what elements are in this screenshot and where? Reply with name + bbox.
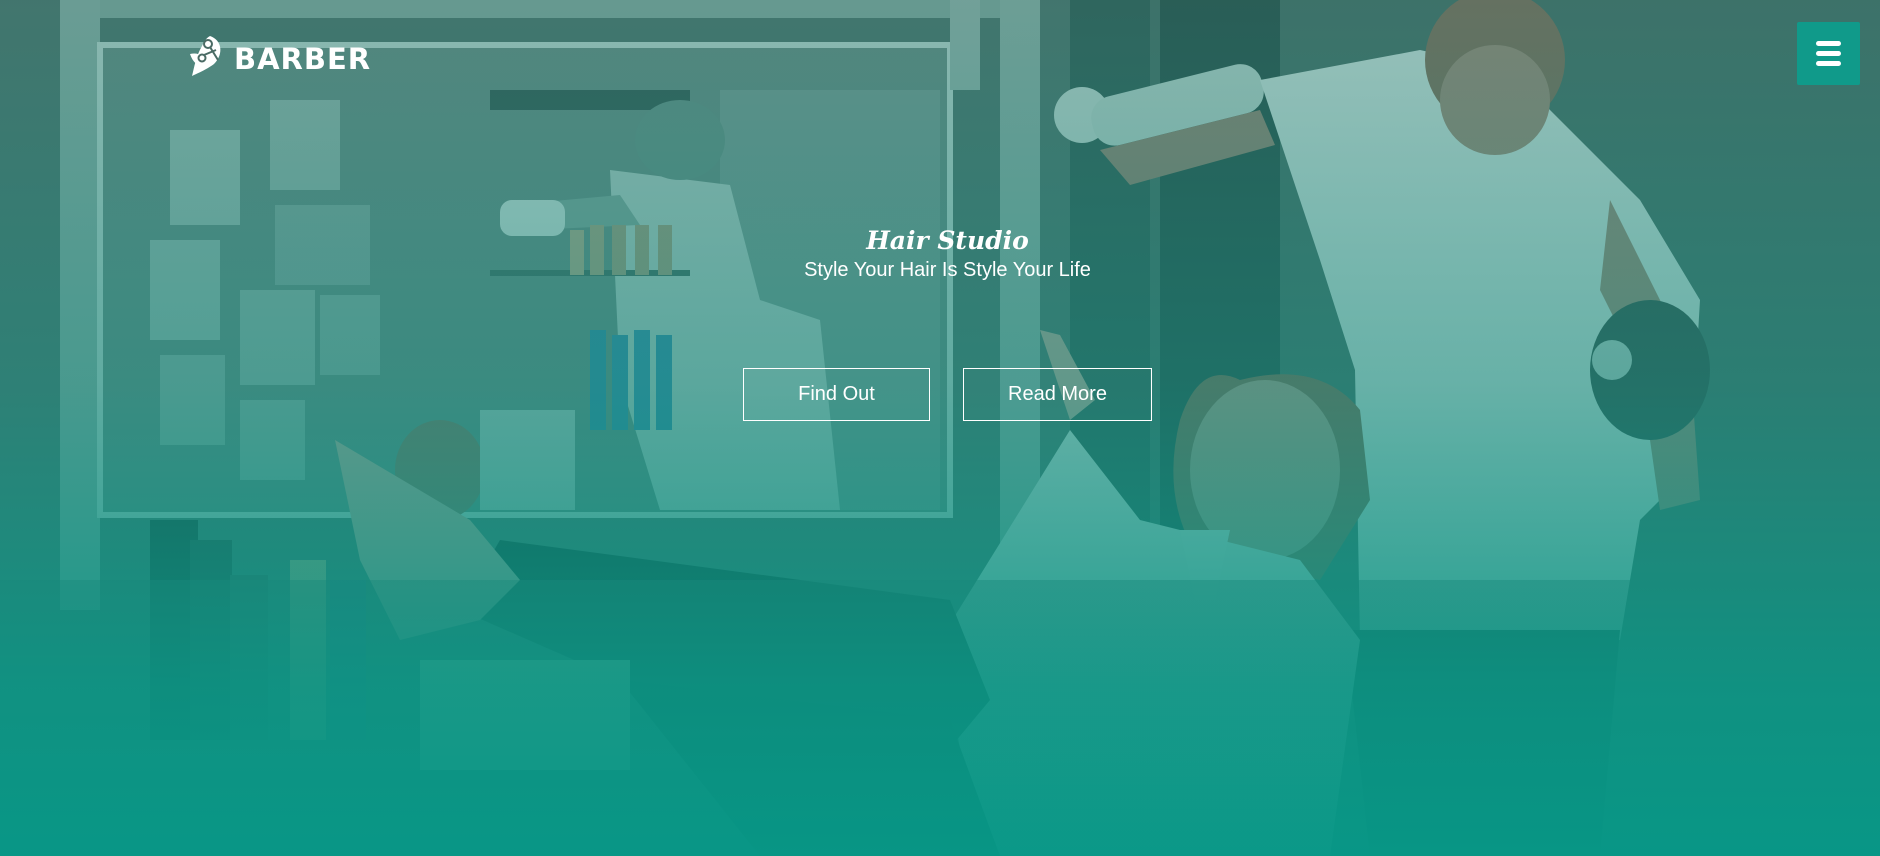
hero-title: Hair Studio [866, 226, 1029, 255]
hero-subtitle: Style Your Hair Is Style Your Life [804, 259, 1091, 281]
hero-section: BARBER Hair Studio Style Your Hair Is St… [0, 0, 1880, 856]
brand-name: BARBER [234, 41, 372, 76]
hero-headline: Hair Studio Style Your Hair Is Style You… [0, 225, 1880, 282]
teal-gradient-overlay [0, 0, 1880, 856]
find-out-button[interactable]: Find Out [743, 368, 930, 421]
menu-button[interactable] [1797, 22, 1860, 85]
hamburger-menu-icon [1816, 41, 1841, 66]
scissors-leaf-logo-icon [188, 34, 230, 83]
read-more-button[interactable]: Read More [963, 368, 1152, 421]
brand-logo[interactable]: BARBER [188, 34, 371, 83]
